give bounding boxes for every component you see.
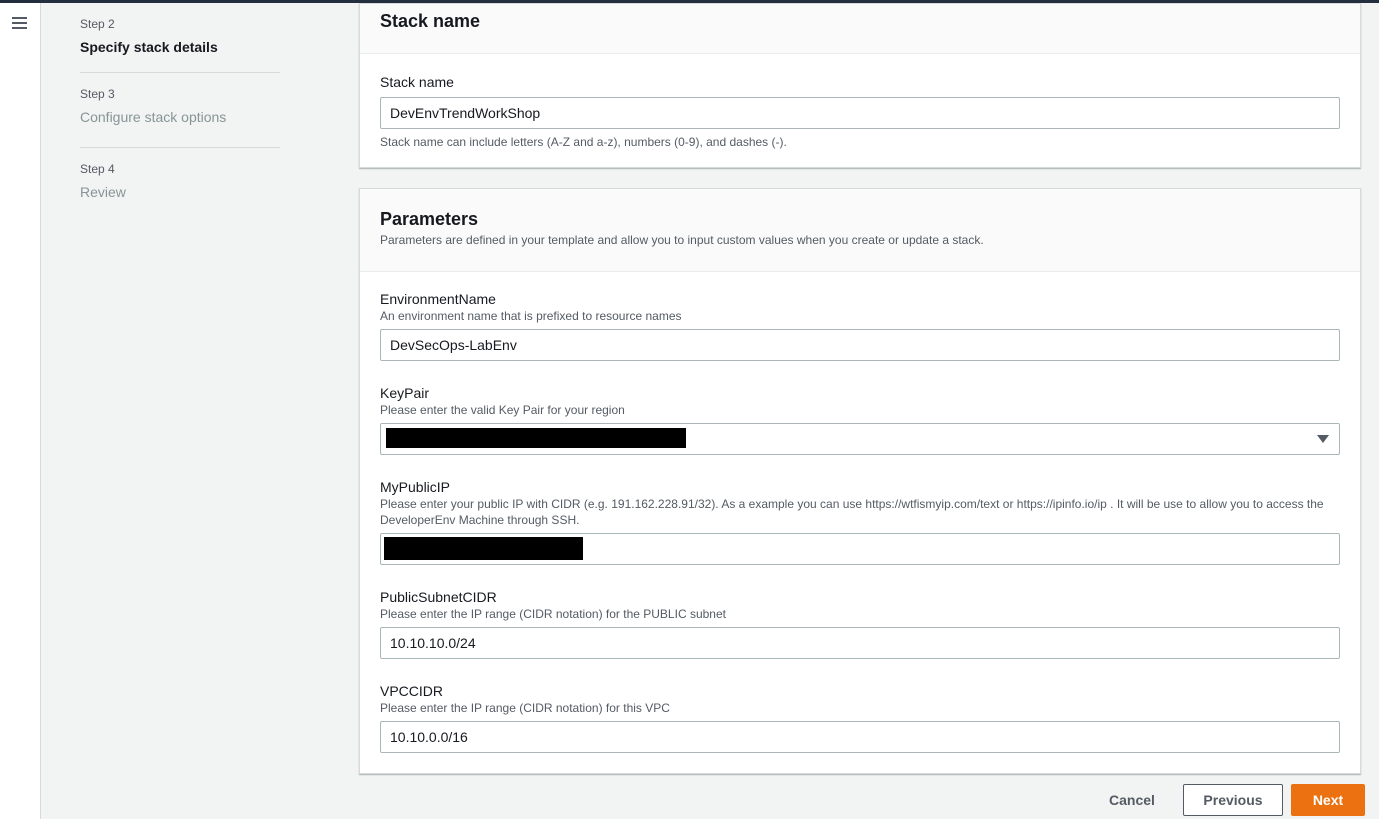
param-description: Please enter your public IP with CIDR (e…	[380, 497, 1324, 527]
param-public-subnet-cidr: PublicSubnetCIDR Please enter the IP ran…	[380, 588, 1340, 659]
param-label: EnvironmentName	[380, 291, 496, 307]
previous-button[interactable]: Previous	[1183, 784, 1283, 816]
step-4: Step 4 Review	[80, 148, 280, 223]
stack-name-input[interactable]: DevEnvTrendWorkShop	[380, 97, 1340, 129]
step-number: Step 4	[80, 162, 115, 176]
key-pair-select[interactable]	[380, 423, 1340, 455]
stack-name-label: Stack name	[380, 74, 454, 90]
param-key-pair: KeyPair Please enter the valid Key Pair …	[380, 384, 1340, 455]
chevron-down-icon	[1317, 435, 1329, 443]
param-label: KeyPair	[380, 385, 430, 401]
param-description: Please enter the valid Key Pair for your…	[380, 403, 625, 417]
param-description: An environment name that is prefixed to …	[380, 309, 682, 323]
parameters-panel: Parameters Parameters are defined in you…	[359, 188, 1361, 774]
param-label: MyPublicIP	[380, 479, 451, 495]
public-subnet-cidr-input[interactable]: 10.10.10.0/24	[380, 627, 1340, 659]
param-description: Please enter the IP range (CIDR notation…	[380, 607, 726, 621]
step-title: Specify stack details	[80, 39, 218, 55]
step-title: Review	[80, 184, 126, 200]
stack-name-panel-title: Stack name	[380, 11, 481, 31]
wizard-steps: Step 2 Specify stack details Step 3 Conf…	[80, 3, 280, 223]
parameters-panel-title: Parameters	[380, 209, 479, 229]
stack-name-panel-header: Stack name	[360, 4, 1360, 54]
param-my-public-ip: MyPublicIP Please enter your public IP w…	[380, 478, 1342, 565]
param-label: PublicSubnetCIDR	[380, 589, 497, 605]
step-3: Step 3 Configure stack options	[80, 73, 280, 148]
stack-name-hint: Stack name can include letters (A-Z and …	[380, 135, 787, 149]
step-number: Step 2	[80, 17, 115, 31]
param-label: VPCCIDR	[380, 683, 444, 699]
cancel-button[interactable]: Cancel	[1097, 785, 1167, 815]
parameters-panel-description: Parameters are defined in your template …	[380, 233, 984, 247]
environment-name-input[interactable]: DevSecOps-LabEnv	[380, 329, 1340, 361]
redacted-value	[384, 537, 583, 560]
hamburger-menu-icon[interactable]	[12, 17, 27, 30]
side-nav-rail	[0, 3, 41, 819]
stack-name-panel: Stack name Stack name DevEnvTrendWorkSho…	[359, 3, 1361, 168]
param-description: Please enter the IP range (CIDR notation…	[380, 701, 670, 715]
vpc-cidr-input[interactable]: 10.10.0.0/16	[380, 721, 1340, 753]
redacted-value	[386, 428, 686, 448]
stack-name-field: Stack name DevEnvTrendWorkShop Stack nam…	[380, 73, 1340, 150]
step-2: Step 2 Specify stack details	[80, 3, 280, 73]
my-public-ip-input[interactable]	[380, 533, 1340, 565]
param-vpc-cidr: VPCCIDR Please enter the IP range (CIDR …	[380, 682, 1340, 753]
next-button[interactable]: Next	[1291, 784, 1365, 816]
param-environment-name: EnvironmentName An environment name that…	[380, 290, 1340, 361]
step-title: Configure stack options	[80, 109, 227, 125]
parameters-panel-header: Parameters Parameters are defined in you…	[360, 189, 1360, 272]
step-number: Step 3	[80, 87, 115, 101]
